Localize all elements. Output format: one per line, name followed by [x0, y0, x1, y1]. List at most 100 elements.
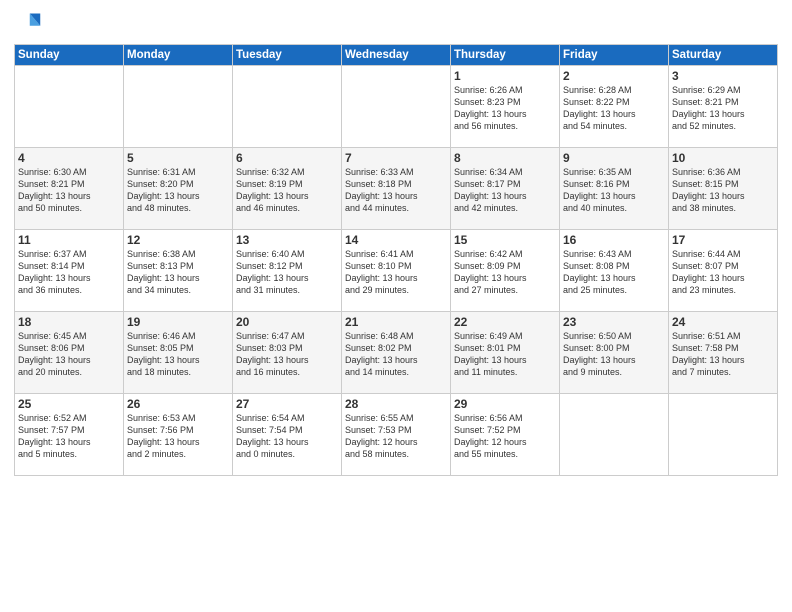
- day-number: 29: [454, 397, 556, 411]
- day-detail: Sunrise: 6:42 AM Sunset: 8:09 PM Dayligh…: [454, 248, 556, 297]
- day-cell: 2Sunrise: 6:28 AM Sunset: 8:22 PM Daylig…: [560, 66, 669, 148]
- weekday-header-sunday: Sunday: [15, 45, 124, 66]
- day-detail: Sunrise: 6:34 AM Sunset: 8:17 PM Dayligh…: [454, 166, 556, 215]
- weekday-header-thursday: Thursday: [451, 45, 560, 66]
- day-detail: Sunrise: 6:44 AM Sunset: 8:07 PM Dayligh…: [672, 248, 774, 297]
- day-cell: [342, 66, 451, 148]
- day-cell: 20Sunrise: 6:47 AM Sunset: 8:03 PM Dayli…: [233, 312, 342, 394]
- day-cell: 10Sunrise: 6:36 AM Sunset: 8:15 PM Dayli…: [669, 148, 778, 230]
- day-number: 10: [672, 151, 774, 165]
- day-number: 18: [18, 315, 120, 329]
- day-cell: 13Sunrise: 6:40 AM Sunset: 8:12 PM Dayli…: [233, 230, 342, 312]
- day-detail: Sunrise: 6:31 AM Sunset: 8:20 PM Dayligh…: [127, 166, 229, 215]
- day-detail: Sunrise: 6:40 AM Sunset: 8:12 PM Dayligh…: [236, 248, 338, 297]
- day-number: 15: [454, 233, 556, 247]
- day-number: 8: [454, 151, 556, 165]
- day-cell: 4Sunrise: 6:30 AM Sunset: 8:21 PM Daylig…: [15, 148, 124, 230]
- day-detail: Sunrise: 6:47 AM Sunset: 8:03 PM Dayligh…: [236, 330, 338, 379]
- day-cell: [669, 394, 778, 476]
- day-number: 27: [236, 397, 338, 411]
- page-container: SundayMondayTuesdayWednesdayThursdayFrid…: [0, 0, 792, 612]
- day-cell: 1Sunrise: 6:26 AM Sunset: 8:23 PM Daylig…: [451, 66, 560, 148]
- day-number: 20: [236, 315, 338, 329]
- day-number: 13: [236, 233, 338, 247]
- day-cell: [233, 66, 342, 148]
- day-detail: Sunrise: 6:29 AM Sunset: 8:21 PM Dayligh…: [672, 84, 774, 133]
- day-cell: 23Sunrise: 6:50 AM Sunset: 8:00 PM Dayli…: [560, 312, 669, 394]
- weekday-header-monday: Monday: [124, 45, 233, 66]
- day-number: 22: [454, 315, 556, 329]
- day-detail: Sunrise: 6:32 AM Sunset: 8:19 PM Dayligh…: [236, 166, 338, 215]
- day-detail: Sunrise: 6:50 AM Sunset: 8:00 PM Dayligh…: [563, 330, 665, 379]
- day-number: 4: [18, 151, 120, 165]
- day-cell: 22Sunrise: 6:49 AM Sunset: 8:01 PM Dayli…: [451, 312, 560, 394]
- day-number: 28: [345, 397, 447, 411]
- day-number: 23: [563, 315, 665, 329]
- day-detail: Sunrise: 6:48 AM Sunset: 8:02 PM Dayligh…: [345, 330, 447, 379]
- day-detail: Sunrise: 6:30 AM Sunset: 8:21 PM Dayligh…: [18, 166, 120, 215]
- day-cell: 8Sunrise: 6:34 AM Sunset: 8:17 PM Daylig…: [451, 148, 560, 230]
- day-number: 24: [672, 315, 774, 329]
- day-detail: Sunrise: 6:28 AM Sunset: 8:22 PM Dayligh…: [563, 84, 665, 133]
- header: [14, 10, 778, 38]
- day-number: 25: [18, 397, 120, 411]
- day-cell: 26Sunrise: 6:53 AM Sunset: 7:56 PM Dayli…: [124, 394, 233, 476]
- day-number: 21: [345, 315, 447, 329]
- day-detail: Sunrise: 6:43 AM Sunset: 8:08 PM Dayligh…: [563, 248, 665, 297]
- day-cell: 18Sunrise: 6:45 AM Sunset: 8:06 PM Dayli…: [15, 312, 124, 394]
- day-number: 12: [127, 233, 229, 247]
- day-cell: [15, 66, 124, 148]
- day-detail: Sunrise: 6:41 AM Sunset: 8:10 PM Dayligh…: [345, 248, 447, 297]
- day-number: 5: [127, 151, 229, 165]
- logo-icon: [14, 10, 42, 38]
- day-detail: Sunrise: 6:51 AM Sunset: 7:58 PM Dayligh…: [672, 330, 774, 379]
- day-number: 9: [563, 151, 665, 165]
- day-cell: 29Sunrise: 6:56 AM Sunset: 7:52 PM Dayli…: [451, 394, 560, 476]
- weekday-header-saturday: Saturday: [669, 45, 778, 66]
- day-cell: [124, 66, 233, 148]
- day-cell: 21Sunrise: 6:48 AM Sunset: 8:02 PM Dayli…: [342, 312, 451, 394]
- day-detail: Sunrise: 6:55 AM Sunset: 7:53 PM Dayligh…: [345, 412, 447, 461]
- day-cell: 12Sunrise: 6:38 AM Sunset: 8:13 PM Dayli…: [124, 230, 233, 312]
- day-cell: 28Sunrise: 6:55 AM Sunset: 7:53 PM Dayli…: [342, 394, 451, 476]
- day-detail: Sunrise: 6:45 AM Sunset: 8:06 PM Dayligh…: [18, 330, 120, 379]
- day-cell: 3Sunrise: 6:29 AM Sunset: 8:21 PM Daylig…: [669, 66, 778, 148]
- day-number: 16: [563, 233, 665, 247]
- day-number: 14: [345, 233, 447, 247]
- day-cell: 16Sunrise: 6:43 AM Sunset: 8:08 PM Dayli…: [560, 230, 669, 312]
- day-cell: 24Sunrise: 6:51 AM Sunset: 7:58 PM Dayli…: [669, 312, 778, 394]
- day-detail: Sunrise: 6:33 AM Sunset: 8:18 PM Dayligh…: [345, 166, 447, 215]
- day-number: 1: [454, 69, 556, 83]
- day-detail: Sunrise: 6:35 AM Sunset: 8:16 PM Dayligh…: [563, 166, 665, 215]
- day-cell: 19Sunrise: 6:46 AM Sunset: 8:05 PM Dayli…: [124, 312, 233, 394]
- weekday-header-row: SundayMondayTuesdayWednesdayThursdayFrid…: [15, 45, 778, 66]
- week-row-1: 1Sunrise: 6:26 AM Sunset: 8:23 PM Daylig…: [15, 66, 778, 148]
- weekday-header-wednesday: Wednesday: [342, 45, 451, 66]
- day-cell: 7Sunrise: 6:33 AM Sunset: 8:18 PM Daylig…: [342, 148, 451, 230]
- day-cell: 5Sunrise: 6:31 AM Sunset: 8:20 PM Daylig…: [124, 148, 233, 230]
- day-detail: Sunrise: 6:56 AM Sunset: 7:52 PM Dayligh…: [454, 412, 556, 461]
- day-detail: Sunrise: 6:38 AM Sunset: 8:13 PM Dayligh…: [127, 248, 229, 297]
- day-detail: Sunrise: 6:53 AM Sunset: 7:56 PM Dayligh…: [127, 412, 229, 461]
- week-row-3: 11Sunrise: 6:37 AM Sunset: 8:14 PM Dayli…: [15, 230, 778, 312]
- day-detail: Sunrise: 6:54 AM Sunset: 7:54 PM Dayligh…: [236, 412, 338, 461]
- day-cell: 17Sunrise: 6:44 AM Sunset: 8:07 PM Dayli…: [669, 230, 778, 312]
- logo: [14, 10, 46, 38]
- day-number: 6: [236, 151, 338, 165]
- weekday-header-friday: Friday: [560, 45, 669, 66]
- day-number: 3: [672, 69, 774, 83]
- day-detail: Sunrise: 6:37 AM Sunset: 8:14 PM Dayligh…: [18, 248, 120, 297]
- day-number: 7: [345, 151, 447, 165]
- week-row-5: 25Sunrise: 6:52 AM Sunset: 7:57 PM Dayli…: [15, 394, 778, 476]
- day-cell: 14Sunrise: 6:41 AM Sunset: 8:10 PM Dayli…: [342, 230, 451, 312]
- week-row-2: 4Sunrise: 6:30 AM Sunset: 8:21 PM Daylig…: [15, 148, 778, 230]
- day-detail: Sunrise: 6:36 AM Sunset: 8:15 PM Dayligh…: [672, 166, 774, 215]
- day-number: 2: [563, 69, 665, 83]
- day-cell: 15Sunrise: 6:42 AM Sunset: 8:09 PM Dayli…: [451, 230, 560, 312]
- day-number: 26: [127, 397, 229, 411]
- weekday-header-tuesday: Tuesday: [233, 45, 342, 66]
- day-number: 17: [672, 233, 774, 247]
- day-number: 19: [127, 315, 229, 329]
- day-detail: Sunrise: 6:52 AM Sunset: 7:57 PM Dayligh…: [18, 412, 120, 461]
- day-cell: 6Sunrise: 6:32 AM Sunset: 8:19 PM Daylig…: [233, 148, 342, 230]
